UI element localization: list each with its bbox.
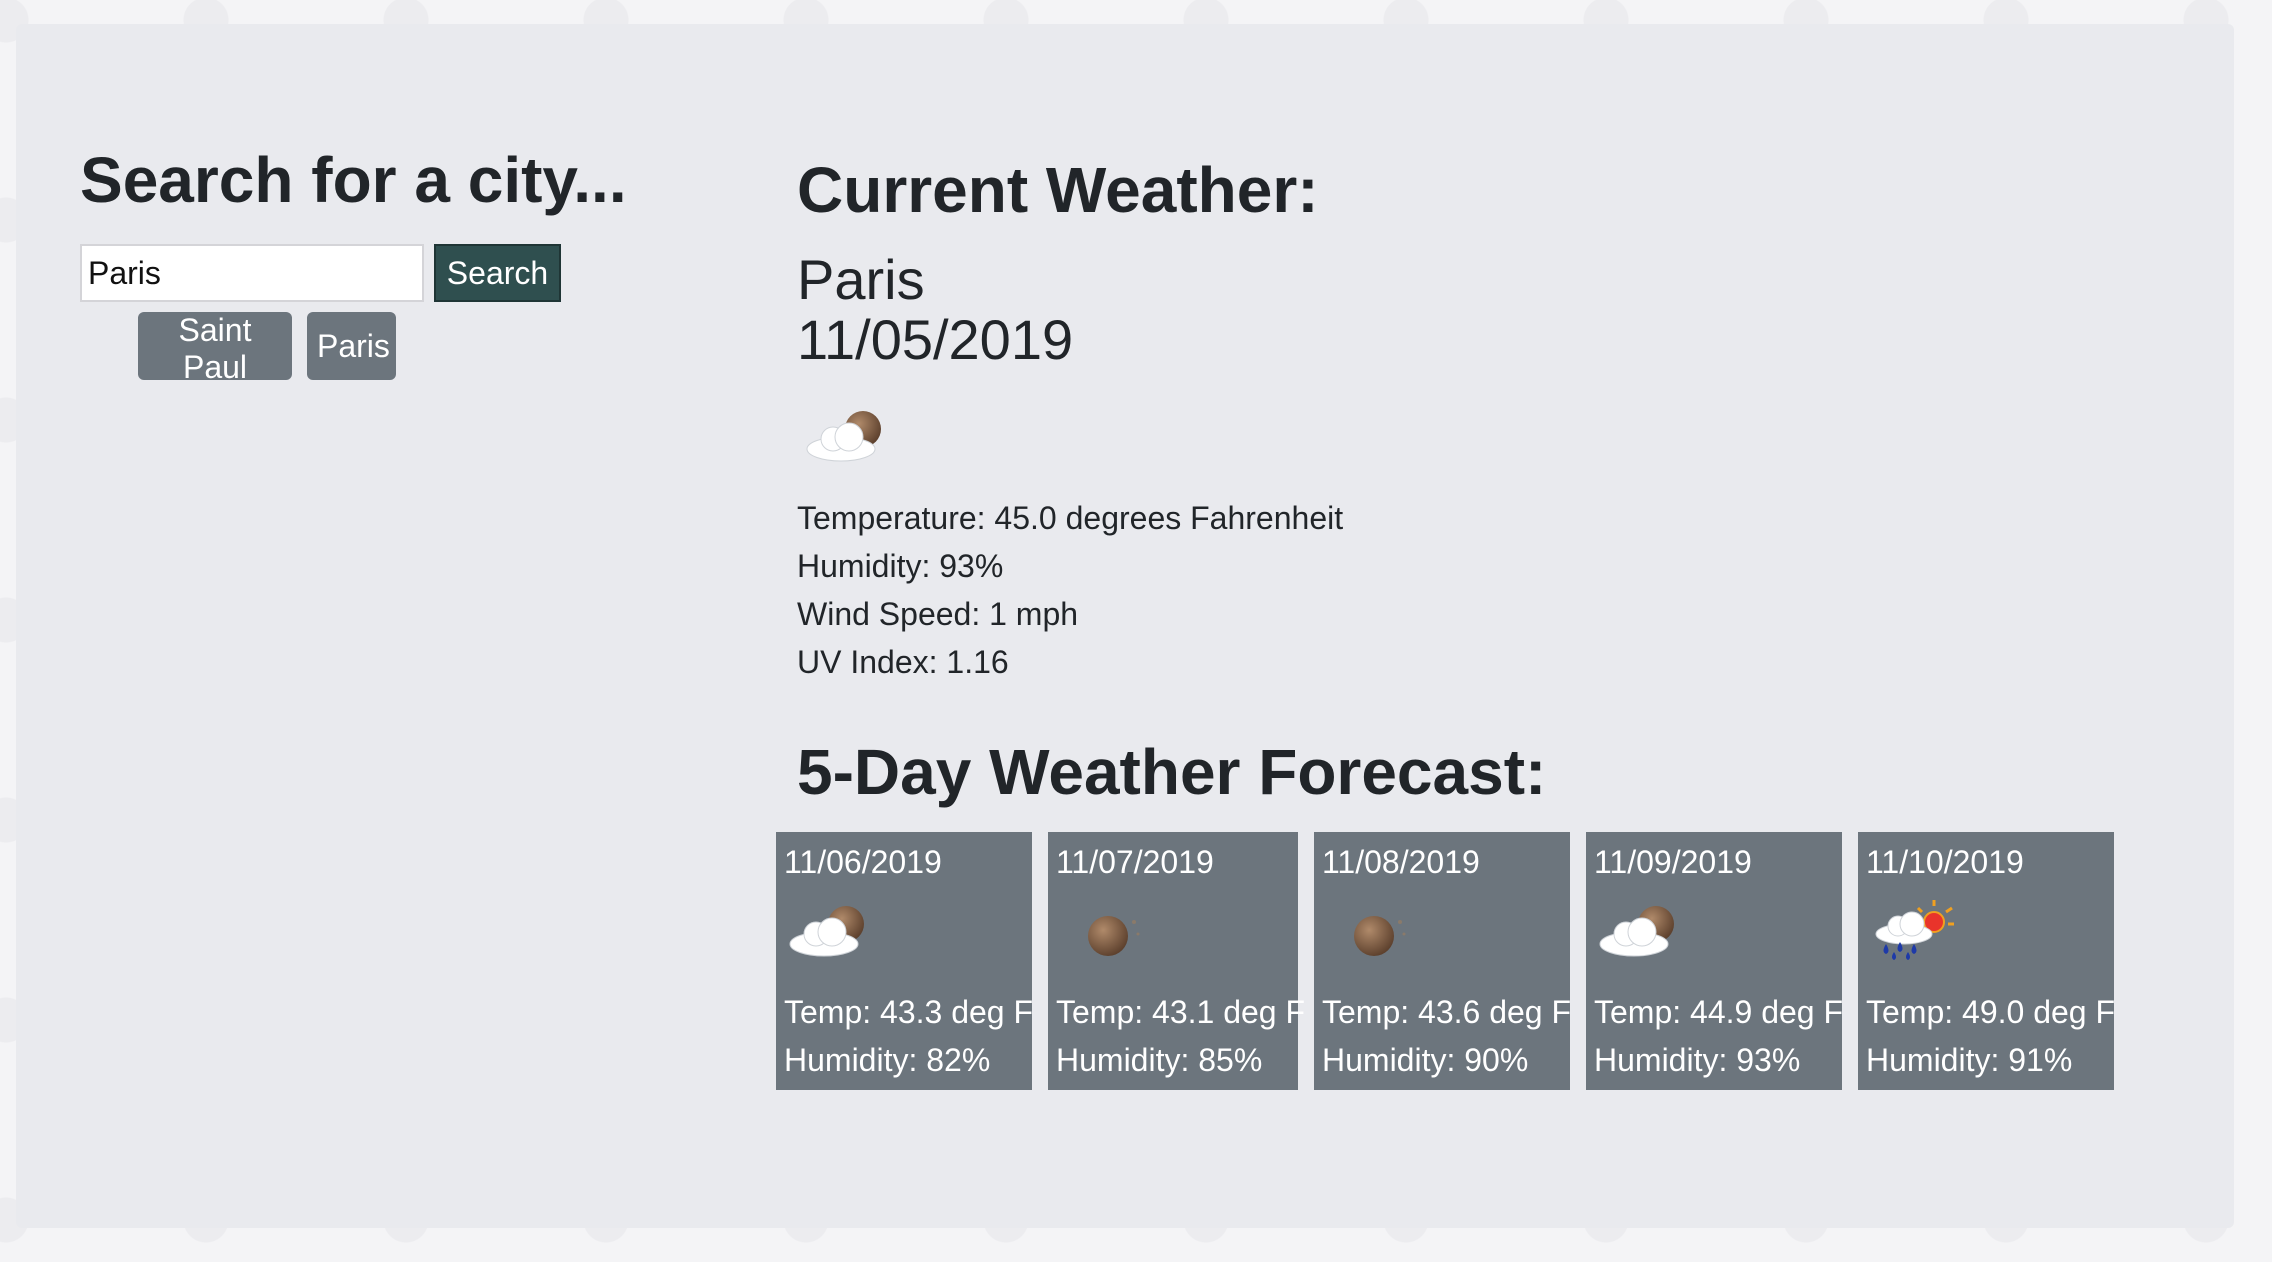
search-heading: Search for a city... — [80, 144, 627, 216]
forecast-temp: Temp: 43.6 deg F — [1322, 994, 1572, 1030]
current-temperature: Temperature: 45.0 degrees Fahrenheit — [797, 500, 1344, 536]
current-humidity: Humidity: 93% — [797, 548, 1004, 584]
city-search-input[interactable] — [80, 244, 424, 302]
current-weather-heading: Current Weather: — [797, 154, 1319, 226]
forecast-humidity: Humidity: 85% — [1056, 1042, 1263, 1078]
partly-cloudy-night-icon — [786, 900, 876, 965]
forecast-temp: Temp: 43.3 deg F — [784, 994, 1034, 1030]
forecast-humidity: Humidity: 90% — [1322, 1042, 1529, 1078]
forecast-date: 11/10/2019 — [1866, 844, 2024, 880]
current-city-date: Paris 11/05/2019 — [797, 248, 1074, 372]
clear-night-icon — [1058, 900, 1148, 965]
current-date: 11/05/2019 — [797, 308, 1074, 372]
current-uv-index: UV Index: 1.16 — [797, 644, 1009, 680]
forecast-humidity: Humidity: 82% — [784, 1042, 991, 1078]
forecast-card: 11/09/2019 Temp: 44.9 deg F Humidity: 93… — [1586, 832, 1844, 1090]
forecast-card: 11/06/2019 Temp: 43.3 deg F Humidity: 82… — [776, 832, 1034, 1090]
clear-night-icon — [1324, 900, 1414, 965]
current-city-name: Paris — [797, 248, 925, 311]
forecast-humidity: Humidity: 91% — [1866, 1042, 2073, 1078]
forecast-date: 11/06/2019 — [784, 844, 942, 880]
history-button-saint-paul[interactable]: Saint Paul — [138, 312, 292, 385]
forecast-temp: Temp: 44.9 deg F — [1594, 994, 1844, 1030]
partly-cloudy-night-icon — [1596, 900, 1686, 965]
forecast-card: 11/10/2019 Temp: 49.0 deg F Humidity: 91… — [1858, 832, 2116, 1090]
forecast-temp: Temp: 49.0 deg F — [1866, 994, 2116, 1030]
search-button[interactable]: Search — [434, 244, 561, 302]
forecast-date: 11/07/2019 — [1056, 844, 1214, 880]
forecast-card: 11/08/2019 Temp: 43.6 deg F Humidity: 90… — [1314, 832, 1572, 1090]
history-button-paris[interactable]: Paris — [307, 312, 396, 380]
forecast-temp: Temp: 43.1 deg F — [1056, 994, 1306, 1030]
rain-sun-icon — [1868, 900, 1958, 965]
forecast-card: 11/07/2019 Temp: 43.1 deg F Humidity: 85… — [1048, 832, 1305, 1090]
current-wind-speed: Wind Speed: 1 mph — [797, 596, 1079, 632]
forecast-date: 11/09/2019 — [1594, 844, 1752, 880]
forecast-humidity: Humidity: 93% — [1594, 1042, 1801, 1078]
forecast-heading: 5-Day Weather Forecast: — [797, 736, 1547, 808]
partly-cloudy-night-icon — [803, 405, 893, 470]
forecast-date: 11/08/2019 — [1322, 844, 1480, 880]
